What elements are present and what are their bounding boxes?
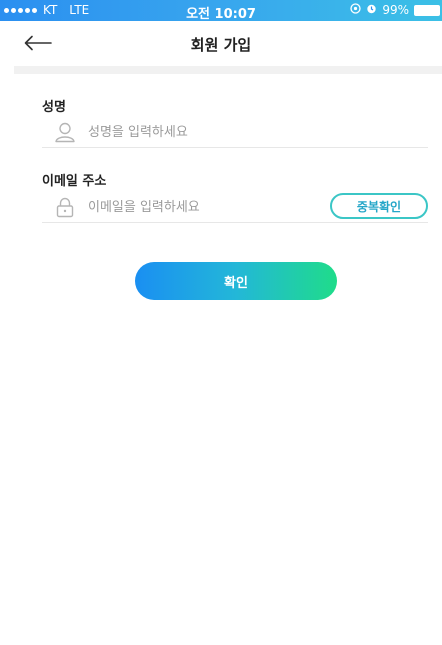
battery-percent: 99% — [382, 3, 409, 17]
nav-bar: 회원 가입 — [0, 21, 442, 66]
page-title: 회원 가입 — [190, 36, 252, 54]
duplicate-check-button[interactable]: 중복확인 — [330, 193, 428, 219]
email-label: 이메일 주소 — [42, 174, 107, 189]
status-bar-right: 99% — [350, 3, 440, 17]
name-label: 성명 — [42, 100, 66, 115]
confirm-button[interactable]: 확인 — [135, 262, 337, 300]
email-input[interactable] — [88, 197, 348, 217]
name-input[interactable] — [88, 122, 348, 142]
battery-icon — [414, 4, 440, 16]
lock-icon — [54, 196, 76, 218]
user-icon — [54, 121, 76, 143]
header-divider — [14, 66, 442, 74]
status-bar: KT LTE 오전 10:07 99% — [0, 0, 442, 22]
location-icon — [350, 3, 361, 17]
alarm-icon — [366, 3, 377, 17]
email-field-row: 중복확인 — [42, 191, 428, 223]
name-field-row — [42, 116, 428, 148]
